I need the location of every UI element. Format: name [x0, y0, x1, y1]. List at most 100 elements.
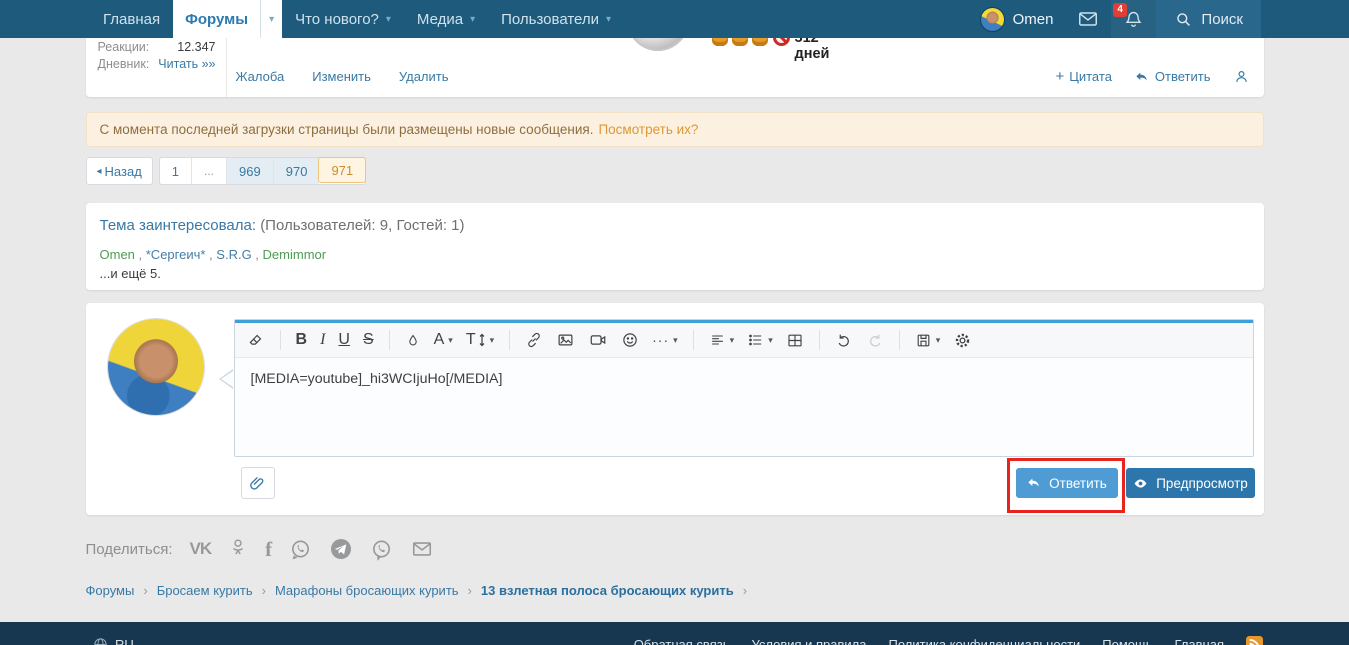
user-link[interactable]: Demimmor: [263, 247, 327, 262]
breadcrumb-quit-smoking[interactable]: Бросаем курить: [157, 583, 253, 598]
insert-smilie-button[interactable]: [621, 331, 639, 349]
page-969[interactable]: 969: [226, 158, 273, 184]
inbox-button[interactable]: [1065, 0, 1111, 38]
person-icon: [1235, 71, 1247, 82]
user-link[interactable]: Omen: [100, 247, 135, 262]
edit-link[interactable]: Изменить: [312, 69, 371, 84]
page-970[interactable]: 970: [272, 158, 320, 184]
chevron-down-icon: ▾: [385, 13, 391, 25]
post-reply-actions: + Цитата Ответить: [1055, 68, 1249, 85]
nav-item-forums-label: Форумы: [185, 10, 249, 28]
share-facebook-button[interactable]: f: [265, 537, 272, 562]
nav-item-forums[interactable]: Форумы ▾: [173, 0, 283, 38]
share-viber-button[interactable]: [370, 538, 393, 561]
editor-text-input[interactable]: [MEDIA=youtube]_hi3WCIjuHo[/MEDIA]: [235, 358, 1253, 400]
alignment-button[interactable]: ▾: [709, 332, 734, 348]
footer-link-help[interactable]: Помощь: [1102, 637, 1152, 645]
link-icon: [528, 332, 540, 348]
plus-icon: +: [1055, 68, 1065, 85]
interest-title-link[interactable]: Тема заинтересовала:: [100, 217, 257, 234]
insert-image-button[interactable]: [556, 331, 575, 349]
page-ellipsis[interactable]: ...: [191, 158, 226, 184]
report-link[interactable]: Жалоба: [236, 69, 285, 84]
nav-item-media[interactable]: Медиа ▾: [404, 0, 488, 38]
share-telegram-button[interactable]: [329, 537, 353, 561]
user-link[interactable]: *Сергеич*: [146, 247, 206, 262]
text-color-button[interactable]: [405, 332, 421, 349]
user-link[interactable]: S.R.G: [216, 247, 251, 262]
view-new-messages-link[interactable]: Посмотреть их?: [598, 122, 698, 137]
nav-item-members[interactable]: Пользователи ▾: [488, 0, 624, 38]
reply-arrow-icon: [1028, 478, 1039, 487]
insert-media-button[interactable]: [588, 331, 608, 349]
multiquote-button[interactable]: [1233, 68, 1250, 85]
envelope-icon: [1079, 12, 1098, 26]
editor-settings-button[interactable]: [953, 331, 972, 350]
remove-format-button[interactable]: [247, 331, 265, 349]
underline-button[interactable]: U: [338, 332, 350, 348]
chevron-down-icon: ▾: [606, 13, 612, 25]
viber-icon: [373, 540, 391, 561]
strikethrough-button[interactable]: S: [363, 332, 374, 348]
account-menu[interactable]: Omen: [968, 0, 1066, 38]
bold-button[interactable]: B: [296, 332, 308, 348]
italic-button[interactable]: I: [320, 332, 325, 348]
reply-composer-card: B I U S A ▾ T ▾ ··· ▾ ▾ ▾ ▾ [MEDIA=youtu…: [85, 303, 1264, 515]
paperclip-icon: [250, 476, 264, 490]
share-ok-button[interactable]: [228, 537, 248, 561]
attach-file-button[interactable]: [240, 467, 275, 499]
breadcrumb-current-topic[interactable]: 13 взлетная полоса бросающих курить: [481, 583, 734, 598]
more-options-button[interactable]: ··· ▾: [652, 333, 678, 347]
share-whatsapp-button[interactable]: [289, 538, 312, 561]
share-vk-button[interactable]: VK: [190, 539, 213, 559]
nav-item-home[interactable]: Главная: [90, 0, 173, 38]
composer-avatar[interactable]: [107, 319, 204, 415]
odnoklassniki-icon: [233, 539, 244, 555]
chevron-down-icon: ▾: [768, 334, 773, 345]
footer-link-terms[interactable]: Условия и правила: [751, 637, 866, 645]
smiley-icon: [623, 333, 637, 347]
reply-submit-button[interactable]: Ответить: [1015, 468, 1118, 498]
page-current-971[interactable]: 971: [318, 157, 367, 183]
nav-item-whats-new[interactable]: Что нового? ▾: [282, 0, 404, 38]
redo-button[interactable]: [866, 331, 884, 349]
insert-link-button[interactable]: [525, 331, 543, 349]
breadcrumb-marathons[interactable]: Марафоны бросающих курить: [275, 583, 459, 598]
insert-table-button[interactable]: [786, 332, 804, 349]
notice-text: С момента последней загрузки страницы бы…: [99, 122, 594, 137]
pagination-pages: 1 ... 969 970 971: [158, 157, 367, 185]
drafts-button[interactable]: ▾: [915, 332, 941, 349]
nav-right-cluster: Omen 4 Поиск: [968, 0, 1261, 38]
preview-button[interactable]: Предпросмотр: [1125, 468, 1255, 498]
globe-icon: [94, 638, 107, 645]
share-label: Поделиться:: [85, 540, 173, 558]
diary-read-link[interactable]: Читать »»: [158, 56, 215, 73]
alerts-count-badge: 4: [1113, 3, 1127, 17]
footer-link-privacy[interactable]: Политика конфиденциальности: [889, 637, 1081, 645]
updown-arrow-icon: [479, 333, 484, 347]
pagination-back-button[interactable]: ◂ Назад: [85, 157, 153, 185]
interest-meta: (Пользователей: 9, Гостей: 1): [260, 217, 465, 234]
breadcrumb-forums[interactable]: Форумы: [86, 583, 135, 598]
rss-button[interactable]: [1246, 636, 1263, 645]
reply-link[interactable]: Ответить: [1134, 69, 1211, 85]
quote-link[interactable]: + Цитата: [1055, 69, 1111, 84]
list-button[interactable]: ▾: [747, 332, 773, 348]
delete-link[interactable]: Удалить: [399, 69, 449, 84]
font-size-button[interactable]: T ▾: [466, 332, 494, 348]
undo-button[interactable]: [835, 331, 853, 349]
alerts-button[interactable]: 4: [1111, 0, 1157, 38]
language-selector[interactable]: RU: [92, 627, 134, 645]
search-button[interactable]: Поиск: [1156, 0, 1261, 38]
footer-link-home[interactable]: Главная: [1175, 637, 1224, 645]
page-1[interactable]: 1: [160, 158, 191, 184]
post-moderation-actions: Жалоба Изменить Удалить: [236, 69, 449, 84]
droplet-icon: [408, 334, 417, 345]
font-family-button[interactable]: A ▾: [434, 332, 453, 348]
chevron-down-icon: ▾: [470, 13, 476, 25]
footer-link-contact[interactable]: Обратная связь: [634, 637, 730, 645]
share-email-button[interactable]: [410, 538, 434, 560]
forums-dropdown-toggle[interactable]: ▾: [260, 0, 282, 38]
reply-arrow-icon: [1136, 72, 1147, 81]
chevron-down-icon: ▾: [935, 334, 941, 345]
